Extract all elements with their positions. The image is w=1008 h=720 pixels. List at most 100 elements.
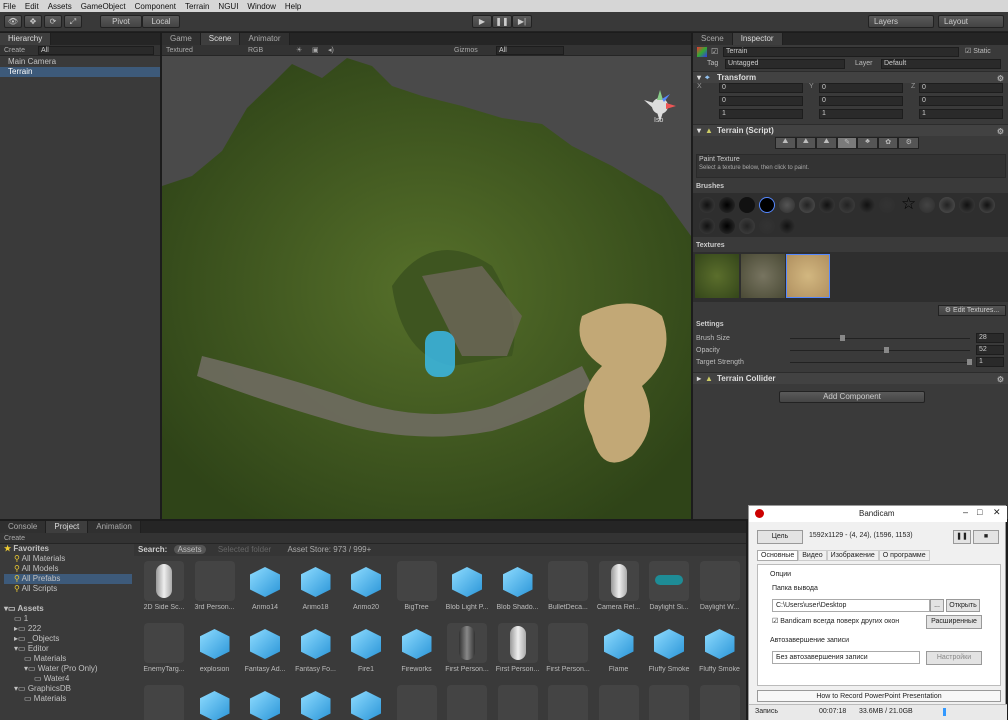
tab-about[interactable]: О программе	[878, 550, 930, 561]
asset-tile[interactable]: First Person...	[494, 621, 542, 681]
brush-3[interactable]	[739, 197, 755, 213]
place-trees-tool[interactable]: ♣	[857, 137, 878, 149]
asset-tile[interactable]	[393, 683, 441, 720]
raise-terrain-tool[interactable]: ⛰	[775, 137, 796, 149]
brush-6[interactable]	[799, 197, 815, 213]
opacity-slider[interactable]	[790, 350, 970, 351]
stop-record-button[interactable]: ■	[973, 530, 999, 544]
scale-y-field[interactable]: 1	[819, 109, 903, 119]
pause-button[interactable]: ❚❚	[492, 15, 512, 28]
brush-12[interactable]	[919, 197, 935, 213]
asset-tile[interactable]: First Person...	[443, 621, 491, 681]
object-name-field[interactable]: Terrain	[723, 47, 959, 57]
asset-store-chip[interactable]: Asset Store: 973 / 999+	[287, 545, 371, 554]
folder-water[interactable]: ▾▭ Water (Pro Only)	[4, 664, 132, 674]
asset-tile[interactable]: Fantasy Fo...	[292, 621, 340, 681]
maximize-icon[interactable]: □	[977, 507, 982, 517]
asset-tile[interactable]: Camera Rel...	[595, 559, 643, 619]
browse-button[interactable]: ...	[930, 599, 944, 612]
rotation-z-field[interactable]: 0	[919, 96, 1003, 106]
brush-19[interactable]	[759, 218, 775, 234]
brush-4-selected[interactable]	[759, 197, 775, 213]
tag-dropdown[interactable]: Untagged	[725, 59, 845, 69]
rotation-y-field[interactable]: 0	[819, 96, 903, 106]
scene-image-icon[interactable]: ▣	[312, 45, 319, 56]
asset-tile[interactable]: 3rd Person...	[191, 559, 239, 619]
output-folder-field[interactable]: C:\Users\user\Desktop	[772, 599, 930, 612]
edit-textures-button[interactable]: ⚙ Edit Textures...	[938, 305, 1006, 316]
asset-tile[interactable]	[696, 683, 744, 720]
opacity-field[interactable]: 52	[976, 345, 1004, 355]
brush-15[interactable]	[979, 197, 995, 213]
brush-7[interactable]	[819, 197, 835, 213]
tab-animation[interactable]: Animation	[88, 521, 141, 533]
tab-hierarchy[interactable]: Hierarchy	[0, 33, 52, 45]
lighting-toggle[interactable]: ☀	[296, 45, 302, 56]
asset-tile[interactable]: Arimo20	[342, 559, 390, 619]
terrain-settings-tool[interactable]: ⚙	[898, 137, 920, 149]
asset-tile[interactable]	[140, 683, 188, 720]
folder-materials[interactable]: ▭ Materials	[4, 654, 132, 664]
hierarchy-search-input[interactable]: All	[38, 46, 154, 55]
target-tab[interactable]: Цель	[757, 530, 803, 544]
rotation-x-field[interactable]: 0	[719, 96, 803, 106]
brush-9[interactable]	[859, 197, 875, 213]
asset-tile[interactable]	[544, 683, 592, 720]
asset-tile[interactable]: Fireworks	[393, 621, 441, 681]
asset-tile[interactable]: 2D Side Sc...	[140, 559, 188, 619]
smooth-height-tool[interactable]: ⛰	[816, 137, 837, 149]
target-strength-field[interactable]: 1	[976, 357, 1004, 367]
asset-tile[interactable]: Blob Light P...	[443, 559, 491, 619]
scale-x-field[interactable]: 1	[719, 109, 803, 119]
position-x-field[interactable]: 0	[719, 83, 803, 93]
hierarchy-create[interactable]: Create	[4, 47, 25, 54]
water-object[interactable]	[425, 331, 455, 377]
asset-tile[interactable]	[494, 683, 542, 720]
step-button[interactable]: ▶|	[512, 15, 532, 28]
asset-tile[interactable]: Fluffy Smoke	[696, 621, 744, 681]
folder-editor[interactable]: ▾▭ Editor	[4, 644, 132, 654]
terrain-collider-header[interactable]: ▸ ▲ Terrain Collider ⚙	[693, 372, 1008, 384]
asset-tile[interactable]	[241, 683, 289, 720]
asset-tile[interactable]	[595, 683, 643, 720]
sand-texture-thumb[interactable]	[786, 254, 830, 298]
menu-edit[interactable]: Edit	[25, 2, 39, 11]
menu-help[interactable]: Help	[285, 2, 301, 11]
asset-tile[interactable]: Arimo14	[241, 559, 289, 619]
asset-tile[interactable]: Arimo18	[292, 559, 340, 619]
paint-details-tool[interactable]: ✿	[877, 137, 899, 149]
terrain-viewport[interactable]	[162, 56, 691, 519]
menu-gameobject[interactable]: GameObject	[81, 2, 126, 11]
brush-size-slider[interactable]	[790, 338, 970, 339]
brush-1[interactable]	[699, 197, 715, 213]
brush-14[interactable]	[959, 197, 975, 213]
advanced-button[interactable]: Расширенные	[926, 615, 982, 629]
brush-5[interactable]	[779, 197, 795, 213]
hierarchy-item-terrain[interactable]: Terrain	[0, 67, 160, 77]
asset-tile[interactable]: explosion	[191, 621, 239, 681]
paint-height-tool[interactable]: ⛰	[795, 137, 817, 149]
menu-window[interactable]: Window	[247, 2, 275, 11]
brush-17[interactable]	[719, 218, 735, 234]
asset-tile[interactable]: Blob Shado...	[494, 559, 542, 619]
asset-tile[interactable]	[191, 683, 239, 720]
asset-tile[interactable]: EnemyTarg...	[140, 621, 188, 681]
folder-222[interactable]: ▸▭ 222	[4, 624, 132, 634]
layer-dropdown[interactable]: Default	[881, 59, 1001, 69]
brush-size-handle[interactable]	[840, 335, 845, 341]
folder-objects[interactable]: ▸▭ _Objects	[4, 634, 132, 644]
tab-scene-2[interactable]: Scene	[693, 33, 733, 45]
terrain-script-header[interactable]: ▾ ▲ Terrain (Script) ⚙	[693, 124, 1008, 136]
folder-water4[interactable]: ▭ Water4	[4, 674, 132, 684]
rock-texture-thumb[interactable]	[741, 254, 785, 298]
menu-terrain[interactable]: Terrain	[185, 2, 209, 11]
asset-tile[interactable]: BulletDeca...	[544, 559, 592, 619]
tab-console[interactable]: Console	[0, 521, 47, 533]
brush-20[interactable]	[779, 218, 795, 234]
hierarchy-item-main-camera[interactable]: Main Camera	[0, 57, 160, 67]
play-button[interactable]: ▶	[472, 15, 492, 28]
fav-all-scripts[interactable]: ⚲ All Scripts	[4, 584, 132, 594]
brush-13[interactable]	[939, 197, 955, 213]
folder-1[interactable]: ▭ 1	[4, 614, 132, 624]
open-folder-button[interactable]: Открыть	[946, 599, 980, 612]
